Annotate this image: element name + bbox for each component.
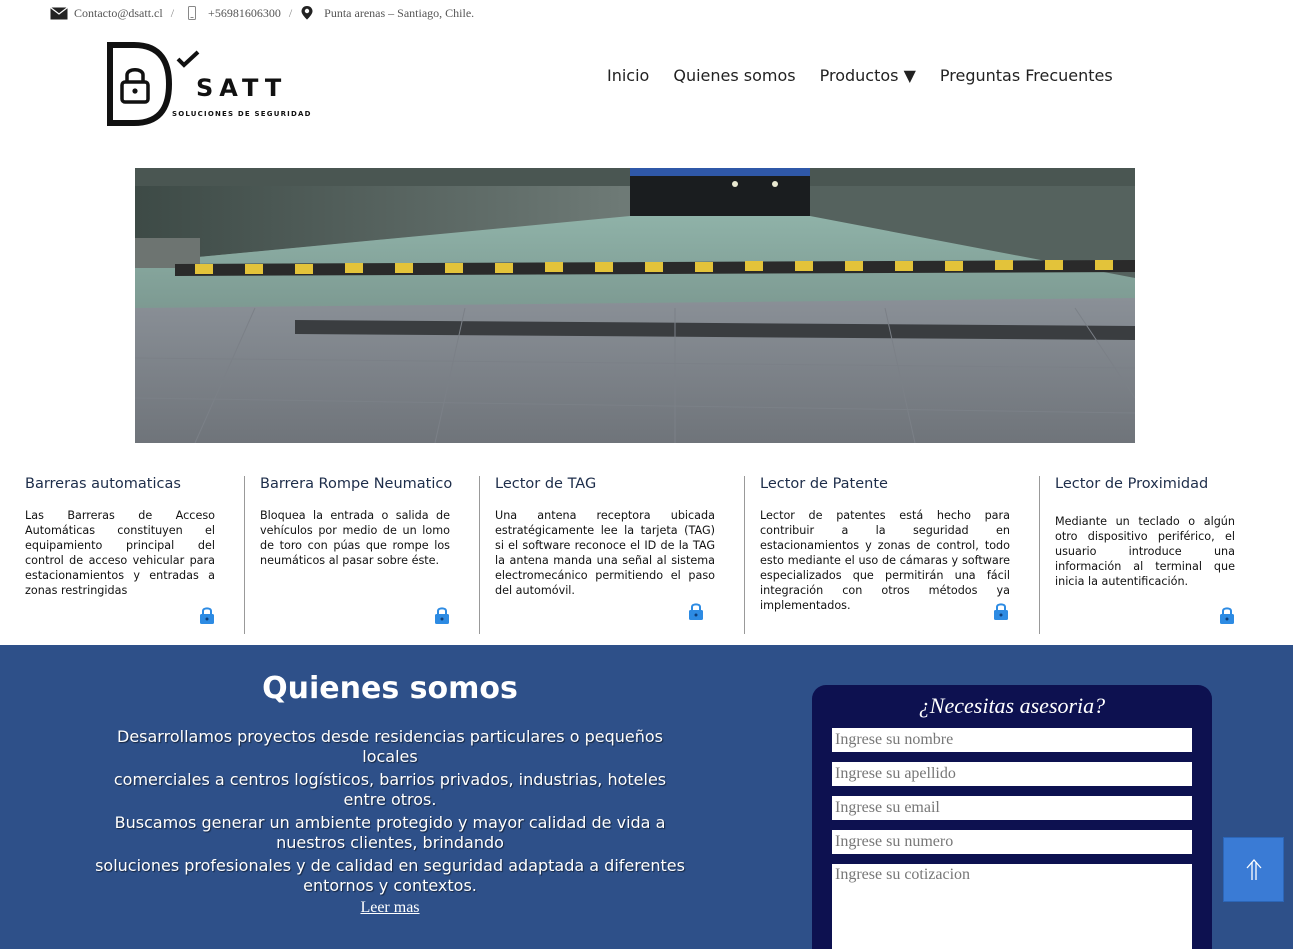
card-title: Lector de Proximidad: [1055, 476, 1209, 492]
phone-icon: [188, 6, 197, 20]
lastname-field[interactable]: [832, 762, 1192, 786]
phone-field[interactable]: [832, 830, 1192, 854]
form-title: ¿Necesitas asesoria?: [918, 693, 1106, 718]
email-field[interactable]: [832, 796, 1192, 820]
card-text: Bloquea la entrada o salida de vehículos…: [260, 509, 450, 567]
card-text: Lector de patentes está hecho para contr…: [760, 509, 1010, 612]
card-title: Lector de TAG: [495, 476, 597, 492]
separator: /: [170, 5, 175, 20]
products-section: Barreras automaticas Las Barreras de Acc…: [0, 476, 1293, 636]
card-text: Las Barreras de Acceso Automáticas const…: [25, 509, 215, 597]
contact-location: Punta arenas – Santiago, Chile.: [324, 5, 475, 20]
read-more-wrap: Leer mas: [0, 899, 780, 917]
hero-image: [135, 168, 1135, 443]
separator: /: [288, 5, 293, 20]
card-title: Barreras automaticas: [25, 476, 181, 492]
nav-inicio[interactable]: Inicio: [607, 66, 649, 85]
card-lector-de-proximidad[interactable]: Lector de Proximidad Mediante un teclado…: [1055, 476, 1235, 636]
envelope-icon: [50, 6, 68, 20]
read-more-link[interactable]: Leer mas: [360, 899, 419, 916]
card-text: Una antena receptora ubicada estratégica…: [495, 509, 715, 597]
nav-quienes-somos[interactable]: Quienes somos: [673, 66, 795, 85]
divider: [479, 476, 480, 634]
contact-email-link[interactable]: Contacto@dsatt.cl: [74, 6, 163, 21]
logo[interactable]: SATT SOLUCIONES DE SEGURIDAD: [106, 42, 310, 126]
nav-preguntas-frecuentes[interactable]: Preguntas Frecuentes: [940, 66, 1113, 85]
divider: [744, 476, 745, 634]
about-title: Quienes somos: [262, 671, 518, 706]
divider: [244, 476, 245, 634]
advice-form: ¿Necesitas asesoria?: [812, 685, 1212, 949]
about-line: Buscamos generar un ambiente protegido y…: [114, 813, 666, 852]
card-barrera-rompe-neumatico[interactable]: Barrera Rompe Neumatico Bloquea la entra…: [260, 476, 453, 636]
about-line: soluciones profesionales y de calidad en…: [95, 856, 685, 895]
card-lector-de-tag[interactable]: Lector de TAG Una antena receptora ubica…: [495, 476, 715, 636]
divider: [1039, 476, 1040, 634]
card-title: Lector de Patente: [760, 476, 888, 492]
about-line: Desarrollamos proyectos desde residencia…: [117, 727, 663, 766]
contact-phone: +56981606300: [208, 5, 281, 20]
name-field[interactable]: [832, 728, 1192, 752]
main-nav: Inicio Quienes somos Productos ▼ Pregunt…: [607, 66, 1113, 85]
card-text: Mediante un teclado o algún otro disposi…: [1055, 515, 1235, 588]
contact-bar: Contacto@dsatt.cl / +56981606300 / Punta…: [50, 4, 474, 22]
logo-tagline: SOLUCIONES DE SEGURIDAD: [172, 110, 312, 118]
arrow-up-icon: [1246, 858, 1261, 880]
scroll-to-top-button[interactable]: [1223, 837, 1284, 902]
padlock-icon: [993, 601, 1009, 626]
about-body: Desarrollamos proyectos desde residencia…: [95, 727, 685, 899]
logo-brand: SATT: [196, 74, 288, 102]
quote-field[interactable]: [832, 864, 1192, 949]
card-lector-de-patente[interactable]: Lector de Patente Lector de patentes est…: [760, 476, 1010, 636]
card-barreras-automaticas[interactable]: Barreras automaticas Las Barreras de Acc…: [25, 476, 215, 636]
about-line: comerciales a centros logísticos, barrio…: [113, 770, 667, 809]
padlock-icon: [688, 601, 704, 626]
padlock-icon: [434, 605, 450, 630]
location-pin-icon: [300, 5, 314, 21]
padlock-icon: [199, 605, 215, 630]
padlock-icon: [1219, 605, 1235, 630]
card-title: Barrera Rompe Neumatico: [260, 476, 453, 492]
nav-productos-dropdown[interactable]: Productos ▼: [820, 66, 916, 85]
checkmark-icon: [176, 50, 200, 68]
